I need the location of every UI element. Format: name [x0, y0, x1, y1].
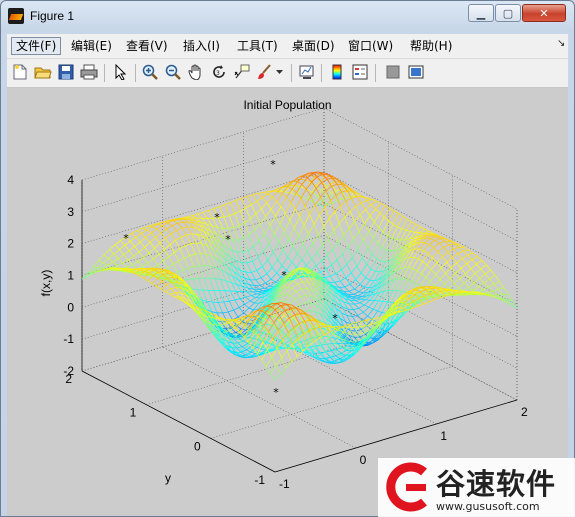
grid-line — [81, 139, 325, 213]
z-tick-label: 1 — [67, 269, 74, 283]
menu-help[interactable]: 帮助(H) — [406, 37, 456, 55]
matlab-icon — [8, 8, 24, 24]
population-marker: * — [332, 312, 338, 325]
population-marker: * — [273, 386, 279, 399]
close-button[interactable]: ✕ — [522, 4, 566, 22]
y-axis-label: y — [165, 471, 171, 485]
rotate-3d-icon[interactable]: 3 — [210, 63, 228, 81]
x-tick-label: 2 — [521, 405, 528, 419]
menu-tools[interactable]: 工具(T) — [233, 37, 282, 55]
menu-edit[interactable]: 编辑(E) — [67, 37, 116, 55]
x-tick-label: -1 — [279, 477, 290, 491]
menu-file[interactable]: 文件(F) — [11, 37, 62, 55]
y-tick-label: -1 — [254, 473, 265, 487]
figure-toolbar: 3 — [7, 59, 568, 88]
axis-box-edge — [81, 107, 325, 181]
brush-dropdown-icon[interactable] — [275, 63, 285, 81]
axes-3d[interactable]: *** ****-2-101234-1012-1012f(x,y)y — [7, 88, 568, 516]
watermark: 谷速软件 www.gususoft.com — [378, 458, 575, 517]
population-marker: * — [281, 269, 287, 282]
pan-hand-icon[interactable] — [187, 63, 205, 81]
close-icon: ✕ — [539, 6, 549, 20]
menu-bar: 文件(F) 编辑(E) 查看(V) 插入(I) 工具(T) 桌面(D) 窗口(W… — [7, 34, 568, 59]
z-axis-label: f(x,y) — [39, 270, 53, 297]
svg-text:3: 3 — [216, 70, 220, 77]
menu-window[interactable]: 窗口(W) — [344, 37, 397, 55]
menubar-dock-icon[interactable]: ↘ — [557, 38, 565, 49]
y-tick-label: 1 — [130, 406, 137, 420]
zoom-in-icon[interactable] — [141, 63, 159, 81]
z-tick-label: 3 — [67, 205, 74, 219]
colorbar-icon[interactable] — [328, 63, 346, 81]
population-marker: * — [270, 158, 276, 171]
zoom-out-icon[interactable] — [164, 63, 182, 81]
population-marker: * — [123, 232, 129, 245]
gusu-logo-icon — [386, 462, 427, 512]
new-figure-icon[interactable] — [11, 63, 29, 81]
menu-desktop[interactable]: 桌面(D) — [288, 37, 339, 55]
brush-icon[interactable] — [256, 63, 274, 81]
plot-title: Initial Population — [243, 98, 332, 112]
y-tick-label: 2 — [65, 372, 72, 386]
hide-plot-tools-icon[interactable] — [384, 63, 402, 81]
z-tick-label: -1 — [63, 332, 74, 346]
grid-line — [81, 171, 325, 244]
watermark-url: www.gususoft.com — [436, 500, 540, 513]
maximize-icon: ▢ — [502, 6, 514, 20]
menu-view[interactable]: 查看(V) — [122, 37, 172, 55]
legend-icon[interactable] — [351, 63, 369, 81]
print-icon[interactable] — [80, 63, 98, 81]
minimize-button[interactable]: ▁ — [468, 4, 494, 22]
z-tick-label: 4 — [67, 173, 74, 187]
population-marker: * — [214, 211, 220, 224]
maximize-button[interactable]: ▢ — [495, 4, 521, 22]
figure-canvas[interactable]: * * * * * * * -2 -1 0 1 2 3 4 -1 0 1 2 -1 0 1 2 f(x,y) y Initia… — [7, 88, 568, 516]
x-tick-label: 1 — [440, 429, 447, 443]
data-cursor-icon[interactable] — [233, 63, 251, 81]
population-marker: * — [225, 233, 231, 246]
show-plot-tools-icon[interactable] — [407, 63, 425, 81]
menu-insert[interactable]: 插入(I) — [179, 37, 224, 55]
y-axis-line — [81, 370, 276, 473]
y-tick-label: 0 — [194, 439, 201, 453]
grid-line — [323, 171, 518, 273]
link-plot-icon[interactable] — [298, 63, 316, 81]
watermark-brand: 谷速软件 — [436, 467, 557, 501]
grid-line — [210, 366, 453, 439]
z-tick-label: 0 — [67, 300, 74, 314]
title-bar[interactable]: Figure 1 ▁ ▢ ✕ — [1, 1, 574, 31]
window-title: Figure 1 — [30, 9, 75, 23]
surface-mesh — [81, 171, 518, 381]
open-file-icon[interactable] — [34, 63, 52, 81]
z-tick-label: 2 — [67, 237, 74, 251]
x-tick-label: 0 — [360, 453, 367, 467]
minimize-icon: ▁ — [476, 6, 486, 20]
figure-window: Figure 1 ▁ ▢ ✕ 文件(F) 编辑(E) 查看(V) 插入(I) 工… — [0, 0, 575, 517]
select-arrow-icon[interactable] — [111, 63, 129, 81]
save-icon[interactable] — [57, 63, 75, 81]
